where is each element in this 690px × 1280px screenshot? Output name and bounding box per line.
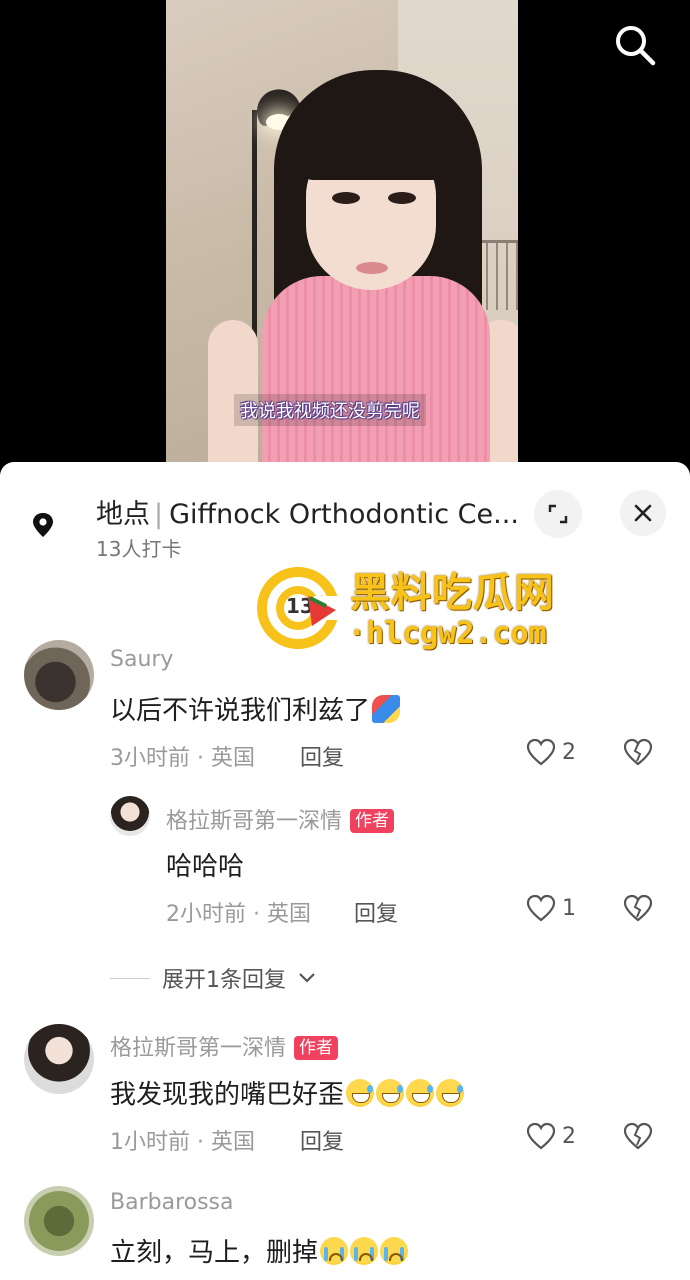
- broken-heart-icon: [623, 1122, 653, 1150]
- comment-text: 以后不许说我们利兹了: [110, 690, 401, 727]
- watermark-logo-icon: [257, 567, 340, 649]
- video-player[interactable]: 我说我视频还没剪完呢: [0, 0, 690, 470]
- comment-username[interactable]: Saury: [110, 647, 173, 672]
- like-count: 1: [562, 895, 576, 921]
- avatar[interactable]: [24, 1024, 94, 1094]
- person-bangs: [298, 110, 448, 180]
- laugh-tears-emoji-icon: [376, 1079, 405, 1107]
- location-name: Giffnock Orthodontic Ce...: [169, 499, 519, 530]
- dislike-button[interactable]: [622, 894, 654, 926]
- watermark-text: 黑料吃瓜网: [350, 570, 555, 616]
- laugh-tears-emoji-icon: [346, 1079, 375, 1107]
- close-button[interactable]: [620, 490, 666, 536]
- person-lips: [356, 262, 388, 274]
- like-count: 2: [562, 1123, 576, 1149]
- comment-username-text: 格拉斯哥第一深情: [110, 1036, 287, 1061]
- video-subtitle: 我说我视频还没剪完呢: [234, 394, 426, 426]
- chevron-down-icon: [299, 973, 315, 983]
- comment-username[interactable]: 格拉斯哥第一深情 作者: [110, 1030, 339, 1062]
- comment-text-content: 立刻，马上，删掉: [110, 1238, 319, 1268]
- divider-line: [110, 977, 150, 979]
- like-button[interactable]: 2: [526, 738, 576, 766]
- broken-heart-icon: [623, 894, 653, 922]
- bird-emoji-icon: [372, 695, 401, 723]
- author-badge: 作者: [350, 809, 395, 833]
- search-button[interactable]: [612, 22, 658, 68]
- avatar[interactable]: [110, 796, 150, 836]
- location-checkins: 13人打卡: [96, 537, 182, 561]
- location-pin-icon: [33, 513, 53, 537]
- avatar[interactable]: [24, 1186, 94, 1256]
- comment-text: 立刻，马上，删掉: [110, 1232, 409, 1269]
- close-icon: [634, 504, 652, 522]
- expand-replies-label: 展开1条回复: [162, 968, 286, 993]
- dislike-button[interactable]: [622, 738, 654, 770]
- reply-username-text: 格拉斯哥第一深情: [166, 809, 343, 834]
- like-button[interactable]: 2: [526, 1122, 576, 1150]
- comment-text: 我发现我的嘴巴好歪: [110, 1074, 465, 1111]
- like-button[interactable]: 1: [526, 894, 576, 922]
- expand-replies-button[interactable]: 展开1条回复: [110, 962, 316, 994]
- crying-emoji-icon: [320, 1237, 349, 1265]
- person-sweater: [262, 276, 490, 470]
- comment-text-content: 我发现我的嘴巴好歪: [110, 1080, 345, 1110]
- laugh-tears-emoji-icon: [406, 1079, 435, 1107]
- comment-meta: 2小时前 · 英国: [166, 902, 311, 927]
- reply-button[interactable]: 回复: [300, 1124, 344, 1156]
- reply-button[interactable]: 回复: [354, 896, 398, 928]
- watermark-url: ·hlcgw2.com: [348, 616, 547, 651]
- broken-heart-icon: [623, 738, 653, 766]
- dislike-button[interactable]: [622, 1122, 654, 1154]
- crying-emoji-icon: [380, 1237, 409, 1265]
- comment-username[interactable]: Barbarossa: [110, 1190, 234, 1215]
- search-icon: [616, 26, 656, 66]
- comment-sheet: [0, 462, 690, 1280]
- comment-meta: 1小时前 · 英国: [110, 1130, 255, 1155]
- heart-icon: [526, 738, 556, 766]
- comment-username[interactable]: 格拉斯哥第一深情 作者: [166, 803, 395, 835]
- comment-text-content: 以后不许说我们利兹了: [110, 696, 371, 726]
- location-label: 地点: [96, 499, 150, 530]
- person-eye-right: [388, 192, 416, 204]
- comment-meta: 3小时前 · 英国: [110, 746, 255, 771]
- location-title[interactable]: 地点 | Giffnock Orthodontic Ce...: [96, 492, 519, 531]
- avatar[interactable]: [24, 640, 94, 710]
- comment-text: 哈哈哈: [166, 852, 245, 882]
- person-eye-left: [332, 192, 360, 204]
- laugh-tears-emoji-icon: [436, 1079, 465, 1107]
- author-badge: 作者: [294, 1036, 339, 1060]
- crying-emoji-icon: [350, 1237, 379, 1265]
- watermark-url-text: hlcgw2.com: [366, 616, 547, 651]
- expand-icon: [548, 504, 568, 524]
- like-count: 2: [562, 739, 576, 765]
- heart-icon: [526, 894, 556, 922]
- expand-button[interactable]: [534, 490, 582, 538]
- location-divider: |: [154, 499, 164, 530]
- heart-icon: [526, 1122, 556, 1150]
- reply-button[interactable]: 回复: [300, 740, 344, 772]
